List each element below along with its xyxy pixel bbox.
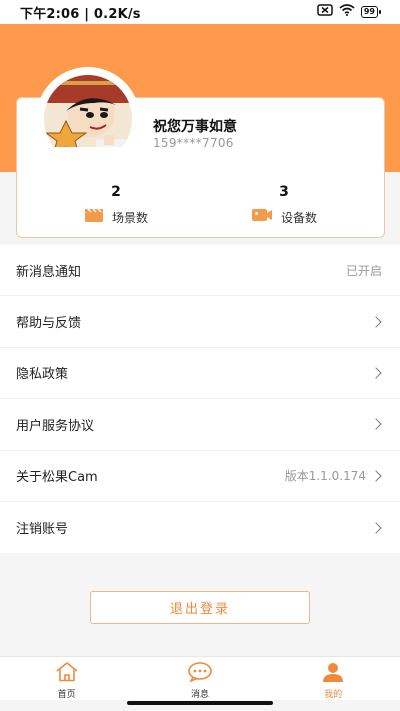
tab-label: 消息 [190, 690, 209, 700]
no-sim-icon [317, 4, 333, 20]
chevron-right-icon [370, 315, 382, 328]
user-phone: 159****7706 [153, 136, 234, 150]
status-bar: 下午2:06 | 0.2K/s 99 [0, 0, 400, 24]
menu-item-delete-account[interactable]: 注销账号 [0, 502, 400, 553]
menu-item-help-feedback[interactable]: 帮助与反馈 [0, 296, 400, 348]
chevron-right-icon [370, 470, 382, 482]
user-name: 祝您万事如意 [153, 119, 237, 135]
scene-count-label: 场景数 [111, 210, 148, 225]
menu-item-label: 用户服务协议 [16, 418, 95, 434]
status-time-speed: 下午2:06 | 0.2K/s [20, 6, 141, 22]
avatar-image [44, 75, 132, 147]
home-icon [55, 662, 79, 686]
clapperboard-icon [84, 207, 104, 227]
tab-label: 首页 [57, 690, 76, 700]
stat-devices[interactable]: 3 设备数 [224, 183, 344, 227]
logout-button[interactable]: 退出登录 [90, 591, 310, 624]
menu-item-privacy-policy[interactable]: 隐私政策 [0, 348, 400, 400]
menu-item-about[interactable]: 关于松果Cam 版本1.1.0.174 [0, 451, 400, 502]
settings-menu: 新消息通知 已开启 帮助与反馈 隐私政策 用户服务协议 关于松果Cam 版本1.… [0, 245, 400, 554]
tab-mine[interactable]: 我的 [273, 657, 393, 700]
stat-scenes[interactable]: 2 场景数 [56, 183, 176, 227]
video-camera-icon [251, 207, 273, 227]
avatar-frame [36, 67, 140, 147]
bottom-tab-bar: 首页 消息 我的 [0, 656, 400, 700]
menu-item-label: 新消息通知 [16, 264, 82, 280]
status-icons: 99 [317, 4, 382, 20]
menu-item-notifications[interactable]: 新消息通知 已开启 [0, 245, 400, 297]
device-count-label: 设备数 [280, 210, 317, 225]
menu-item-label: 注销账号 [16, 522, 69, 538]
avatar[interactable] [36, 67, 140, 147]
wifi-icon [339, 4, 355, 20]
scene-count: 2 [111, 184, 121, 200]
message-icon [187, 662, 213, 686]
notification-status: 已开启 [345, 263, 382, 278]
device-count: 3 [279, 184, 289, 200]
menu-item-label: 隐私政策 [16, 367, 69, 383]
tab-messages[interactable]: 消息 [140, 657, 260, 700]
tab-home[interactable]: 首页 [7, 657, 127, 700]
chevron-right-icon [370, 367, 382, 379]
chevron-right-icon [370, 418, 382, 431]
menu-item-label: 关于松果Cam [16, 470, 98, 486]
user-icon [321, 662, 345, 686]
menu-item-label: 帮助与反馈 [16, 316, 82, 332]
chevron-right-icon [370, 521, 382, 534]
menu-item-user-agreement[interactable]: 用户服务协议 [0, 399, 400, 451]
battery-icon: 99 [360, 6, 382, 18]
home-indicator[interactable] [127, 701, 273, 705]
tab-label: 我的 [324, 690, 343, 700]
app-version: 版本1.1.0.174 [284, 469, 366, 484]
